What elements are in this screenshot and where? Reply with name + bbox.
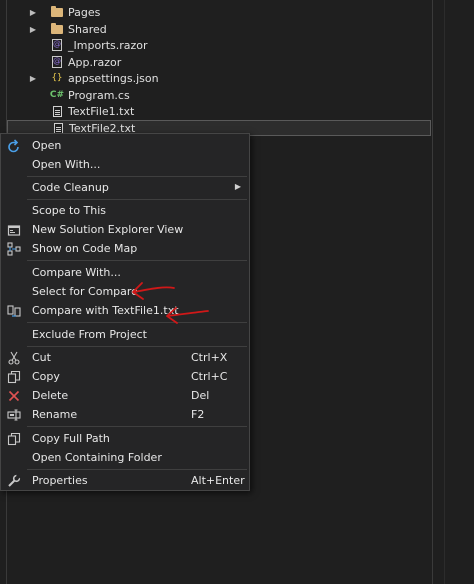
- razor-file-icon: [50, 38, 64, 52]
- expand-chevron-icon[interactable]: ▶: [28, 4, 38, 20]
- menu-separator: [27, 322, 247, 323]
- annotation-arrow-icon: [132, 282, 175, 300]
- tree-item-label: appsettings.json: [68, 71, 159, 85]
- razor-file-icon: [50, 55, 64, 69]
- new-window-icon: [6, 222, 22, 238]
- menu-item-label: Copy Full Path: [32, 432, 110, 445]
- menu-item-label: Delete: [32, 389, 69, 402]
- submenu-arrow-icon: ▶: [234, 182, 241, 191]
- menu-item-label: Open Containing Folder: [32, 451, 162, 464]
- menu-item-shortcut: Ctrl+C: [191, 370, 228, 383]
- menu-item-label: Select for Compare: [32, 285, 138, 298]
- menu-item-label: Scope to This: [32, 204, 107, 217]
- menu-item-copy[interactable]: Copy Ctrl+C: [2, 367, 249, 386]
- menu-item-label: Compare With...: [32, 266, 121, 279]
- menu-item-label: New Solution Explorer View: [32, 223, 184, 236]
- menu-separator: [27, 469, 247, 470]
- menu-item-label: Rename: [32, 408, 78, 421]
- tree-item-label: Shared: [68, 22, 107, 36]
- menu-item-new-solution-explorer-view[interactable]: New Solution Explorer View: [2, 220, 249, 239]
- tree-item-pages[interactable]: ▶ Pages: [0, 4, 432, 20]
- menu-item-label: Show on Code Map: [32, 242, 138, 255]
- menu-item-properties[interactable]: Properties Alt+Enter: [2, 471, 249, 490]
- context-menu: Open Open With... Code Cleanup ▶ Scope t…: [0, 133, 250, 491]
- delete-x-icon: [6, 388, 22, 404]
- menu-item-label: Copy: [32, 370, 60, 383]
- folder-icon: [50, 5, 64, 19]
- tree-item-label: App.razor: [68, 55, 122, 69]
- menu-item-scope-to-this[interactable]: Scope to This: [2, 201, 249, 220]
- tree-item-label: Pages: [68, 5, 101, 19]
- tree-item-app-razor[interactable]: App.razor: [0, 54, 432, 70]
- menu-item-open-containing-folder[interactable]: Open Containing Folder: [2, 448, 249, 467]
- tree-item-shared[interactable]: ▶ Shared: [0, 21, 432, 37]
- folder-icon: [50, 22, 64, 36]
- menu-item-shortcut: F2: [191, 408, 205, 421]
- code-map-icon: [6, 241, 22, 257]
- menu-separator: [27, 346, 247, 347]
- menu-item-delete[interactable]: Delete Del: [2, 386, 249, 405]
- tree-item-imports-razor[interactable]: _Imports.razor: [0, 37, 432, 53]
- menu-item-label: Compare with TextFile1.txt: [32, 304, 179, 317]
- menu-item-shortcut: Del: [191, 389, 210, 402]
- menu-item-copy-full-path[interactable]: Copy Full Path: [2, 429, 249, 448]
- copy-icon: [6, 369, 22, 385]
- tree-item-textfile1[interactable]: TextFile1.txt: [0, 103, 432, 119]
- copy-path-icon: [6, 431, 22, 447]
- menu-item-shortcut: Ctrl+X: [191, 351, 228, 364]
- menu-separator: [27, 260, 247, 261]
- tree-item-appsettings-json[interactable]: ▶ {} appsettings.json: [0, 70, 432, 86]
- csharp-file-icon: C#: [49, 90, 65, 100]
- menu-item-label: Code Cleanup: [32, 181, 109, 194]
- scissors-icon: [6, 350, 22, 366]
- rename-icon: [6, 407, 22, 423]
- menu-item-label: Open With...: [32, 158, 101, 171]
- panel-right-border: [432, 0, 433, 584]
- compare-files-icon: [6, 303, 22, 319]
- menu-item-show-on-code-map[interactable]: Show on Code Map: [2, 239, 249, 258]
- menu-item-label: Exclude From Project: [32, 328, 147, 341]
- menu-item-open-with[interactable]: Open With...: [2, 155, 249, 174]
- menu-separator: [27, 199, 247, 200]
- tree-item-program-cs[interactable]: C# Program.cs: [0, 87, 432, 103]
- menu-item-compare-with[interactable]: Compare With...: [2, 263, 249, 282]
- menu-item-code-cleanup[interactable]: Code Cleanup ▶: [2, 178, 249, 197]
- tree-item-label: TextFile1.txt: [68, 104, 135, 118]
- menu-item-select-for-compare[interactable]: Select for Compare: [2, 282, 249, 301]
- menu-item-label: Cut: [32, 351, 51, 364]
- expand-chevron-icon[interactable]: ▶: [28, 70, 38, 86]
- menu-item-open[interactable]: Open: [2, 136, 249, 155]
- menu-separator: [27, 426, 247, 427]
- annotation-arrow-icon: [166, 307, 209, 324]
- menu-item-exclude-from-project[interactable]: Exclude From Project: [2, 325, 249, 344]
- menu-item-shortcut: Alt+Enter: [191, 474, 245, 487]
- menu-item-label: Open: [32, 139, 62, 152]
- text-file-icon: [50, 104, 64, 118]
- scrollbar-track[interactable]: [444, 0, 445, 584]
- wrench-icon: [6, 473, 22, 489]
- open-arrow-icon: [6, 138, 22, 154]
- menu-item-cut[interactable]: Cut Ctrl+X: [2, 348, 249, 367]
- tree-item-label: Program.cs: [68, 88, 130, 102]
- menu-separator: [27, 176, 247, 177]
- expand-chevron-icon[interactable]: ▶: [28, 21, 38, 37]
- menu-item-rename[interactable]: Rename F2: [2, 405, 249, 424]
- menu-item-label: Properties: [32, 474, 88, 487]
- json-file-icon: {}: [51, 73, 63, 83]
- tree-item-label: _Imports.razor: [68, 38, 148, 52]
